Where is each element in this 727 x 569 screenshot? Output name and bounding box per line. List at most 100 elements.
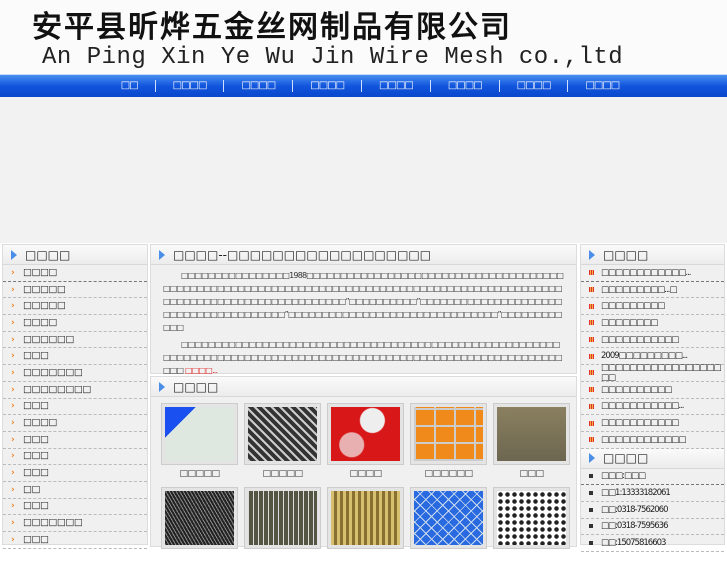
category-item[interactable]: › □□□□□□□ [3,365,147,382]
contact-item-label: □□:0318-7595636 [601,521,668,532]
product-card[interactable] [241,485,324,569]
product-image[interactable] [161,487,238,549]
category-item[interactable]: › □□□□□□□□ [3,382,147,399]
about-title-text: □□□□--□□□□□□□□□□□□□□□□□□ [173,247,432,262]
category-item[interactable]: › □□□□ [3,315,147,332]
category-item[interactable]: › □□□□□ [3,282,147,299]
category-item[interactable]: › □□□□□ [3,298,147,316]
product-card[interactable]: □□□□□ [241,401,324,485]
product-card[interactable] [490,485,573,569]
square-bullet-icon [589,491,593,496]
category-item-label: □□□ [23,400,49,412]
nav-item[interactable]: □□□□ [154,80,224,92]
category-title-text: □□□□ [25,247,71,262]
news-bullet-icon [589,320,594,326]
category-item[interactable]: › □□□ [3,532,147,549]
product-card[interactable]: □□□□ [324,401,407,485]
product-card[interactable]: □□□□□ [158,401,241,485]
news-bullet-icon [589,437,594,443]
news-item[interactable]: □□□□□□□□□□□□ [581,432,724,449]
triangle-icon [159,249,165,260]
site-header: 安平县昕烨五金丝网制品有限公司 An Ping Xin Ye Wu Jin Wi… [0,0,727,74]
product-card[interactable]: □□□ [490,401,573,485]
product-card[interactable]: □□□□□□ [407,401,490,485]
product-label[interactable]: □□□□ [324,469,407,479]
nav-item[interactable]: □□□□ [223,80,292,92]
chevron-right-icon: › [11,518,15,529]
news-item[interactable]: □□□□□□□□□□□ [581,332,724,349]
category-item[interactable]: › □□□□□□ [3,332,147,349]
product-image[interactable] [493,487,570,549]
news-item[interactable]: □□□□□□□□ [581,315,724,332]
news-bullet-icon [589,387,594,393]
news-item-label: □□□□□□□□ [601,317,658,328]
nav-item[interactable]: □□□□ [361,80,430,92]
nav-item[interactable]: □□□□ [429,80,499,92]
category-item-label: □□□□□□ [23,333,74,345]
product-label[interactable]: □□□□□ [158,469,241,479]
product-card[interactable] [407,485,490,569]
category-item-label: □□□ [23,433,49,445]
product-image[interactable] [244,403,321,465]
nav-item[interactable]: □□□□ [567,80,636,92]
nav-item[interactable]: □□□□ [498,80,568,92]
category-item[interactable]: › □□□ [3,499,147,516]
news-item[interactable]: □□□□□□□□□□□ [581,415,724,432]
news-bullet-icon [589,337,594,343]
product-image[interactable] [410,403,487,465]
category-title: □□□□ [3,245,147,265]
product-image[interactable] [244,487,321,549]
chevron-right-icon: › [11,301,15,312]
news-item-label: □□□□□□□□□□□... [601,401,684,412]
product-image[interactable] [410,487,487,549]
chevron-right-icon: › [11,334,15,345]
news-bullet-icon [589,353,594,359]
nav-home[interactable]: □□ [121,80,155,92]
nav-item[interactable]: □□□□ [292,80,361,92]
news-item[interactable]: □□□□□□□□□□□□... [581,265,724,282]
news-item[interactable]: □□□□□□□□□...□ [581,282,724,299]
company-name-cn: 安平县昕烨五金丝网制品有限公司 [32,10,512,45]
products-section: □□□□ □□□□□ □□□□□ □□□□ □□□□□□ □□□ [150,376,577,549]
chevron-right-icon: › [11,484,15,495]
about-paragraph-2: □□□□□□□□□□□□□□□□□□□□□□□□□□□□□□□□□□□□□□□□… [151,338,576,377]
category-item-label: □□□ [23,450,49,462]
news-item[interactable]: □□□□□□□□□ [581,298,724,316]
chevron-right-icon: › [11,351,15,362]
product-card[interactable] [324,485,407,569]
product-image[interactable] [493,403,570,465]
category-item-label: □□□□□□□□ [23,383,91,395]
product-label[interactable]: □□□□□□ [407,469,490,479]
news-item-label: □□□□□□□□□□□ [601,418,679,429]
news-item[interactable]: □□□□□□□□□□□□□□□□□□□ [581,362,724,383]
category-item[interactable]: › □□□□ [3,415,147,432]
news-item[interactable]: □□□□□□□□□□□... [581,399,724,416]
read-more-link[interactable]: □□□□... [185,366,218,375]
news-bullet-icon [589,270,594,276]
category-item[interactable]: › □□□□□□□ [3,515,147,532]
category-item[interactable]: › □□□ [3,399,147,416]
category-item[interactable]: › □□□ [3,348,147,366]
news-item-label: □□□□□□□□□□□□□□□□□□□ [601,362,722,383]
contact-item: □□1:13333182061 [581,485,724,502]
product-label[interactable]: □□□□□ [241,469,324,479]
category-item[interactable]: › □□ [3,482,147,499]
product-card[interactable] [158,485,241,569]
contact-item-label: □□:15075816603 [601,538,666,549]
product-image[interactable] [161,403,238,465]
category-item[interactable]: › □□□□ [3,265,147,282]
company-name-en: An Ping Xin Ye Wu Jin Wire Mesh co.,ltd [42,44,624,71]
product-image[interactable] [327,487,404,549]
right-sidebar: □□□□ □□□□□□□□□□□□... □□□□□□□□□...□ □□□□□□□… [580,244,725,552]
news-bullet-icon [589,403,594,409]
category-item[interactable]: › □□□ [3,465,147,482]
news-item[interactable]: □□□□□□□□□□ [581,382,724,399]
category-item[interactable]: › □□□ [3,432,147,449]
product-image[interactable] [327,403,404,465]
about-section: □□□□--□□□□□□□□□□□□□□□□□□ □□□□□□□□□□□□□□□… [150,244,577,377]
product-label[interactable]: □□□ [490,469,573,479]
category-item[interactable]: › □□□ [3,449,147,466]
news-item-label: □□□□□□□□□ [601,301,665,312]
chevron-right-icon: › [11,317,15,328]
category-item-label: □□□□□□□ [23,517,83,529]
